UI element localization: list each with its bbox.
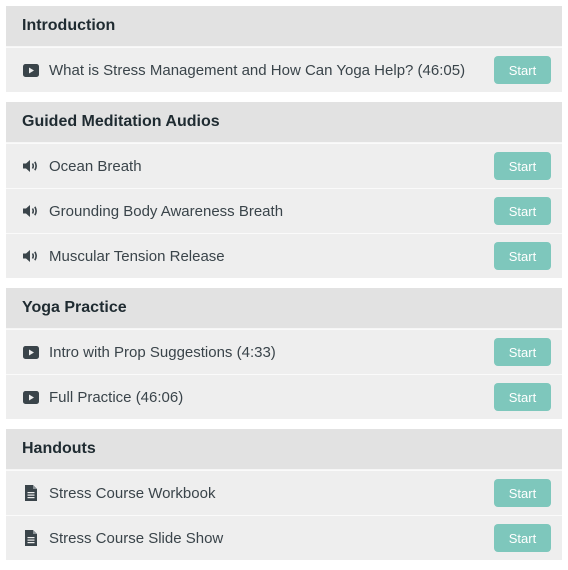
lesson-item[interactable]: Intro with Prop Suggestions (4:33) Start (6, 329, 562, 374)
lesson-item[interactable]: What is Stress Management and How Can Yo… (6, 47, 562, 92)
section-handouts: Handouts Stress Course Workbook Start St… (6, 429, 562, 560)
lesson-title: Stress Course Workbook (49, 484, 216, 502)
start-button[interactable]: Start (494, 197, 551, 225)
lesson-title: Ocean Breath (49, 157, 142, 175)
lesson-item[interactable]: Muscular Tension Release Start (6, 233, 562, 278)
course-curriculum: Introduction What is Stress Management a… (6, 6, 562, 570)
start-button[interactable]: Start (494, 383, 551, 411)
video-icon (22, 388, 40, 406)
document-icon (22, 529, 40, 547)
lesson-title: Full Practice (46:06) (49, 388, 184, 406)
lesson-title: Grounding Body Awareness Breath (49, 202, 284, 220)
start-button[interactable]: Start (494, 524, 551, 552)
lesson-title: Stress Course Slide Show (49, 529, 224, 547)
start-button[interactable]: Start (494, 479, 551, 507)
section-title: Guided Meditation Audios (6, 102, 562, 143)
lesson-item[interactable]: Full Practice (46:06) Start (6, 374, 562, 419)
section-title: Introduction (6, 6, 562, 47)
section-guided-meditation-audios: Guided Meditation Audios Ocean Breath St… (6, 102, 562, 278)
start-button[interactable]: Start (494, 152, 551, 180)
section-yoga-practice: Yoga Practice Intro with Prop Suggestion… (6, 288, 562, 419)
start-button[interactable]: Start (494, 56, 551, 84)
lesson-item[interactable]: Stress Course Slide Show Start (6, 515, 562, 560)
audio-icon (22, 157, 40, 175)
lesson-item[interactable]: Stress Course Workbook Start (6, 470, 562, 515)
video-icon (22, 343, 40, 361)
audio-icon (22, 202, 40, 220)
start-button[interactable]: Start (494, 338, 551, 366)
audio-icon (22, 247, 40, 265)
video-icon (22, 61, 40, 79)
lesson-item[interactable]: Grounding Body Awareness Breath Start (6, 188, 562, 233)
start-button[interactable]: Start (494, 242, 551, 270)
lesson-title: What is Stress Management and How Can Yo… (49, 61, 466, 79)
lesson-title: Intro with Prop Suggestions (4:33) (49, 343, 276, 361)
lesson-item[interactable]: Ocean Breath Start (6, 143, 562, 188)
section-title: Yoga Practice (6, 288, 562, 329)
section-title: Handouts (6, 429, 562, 470)
lesson-title: Muscular Tension Release (49, 247, 225, 265)
section-introduction: Introduction What is Stress Management a… (6, 6, 562, 92)
document-icon (22, 484, 40, 502)
